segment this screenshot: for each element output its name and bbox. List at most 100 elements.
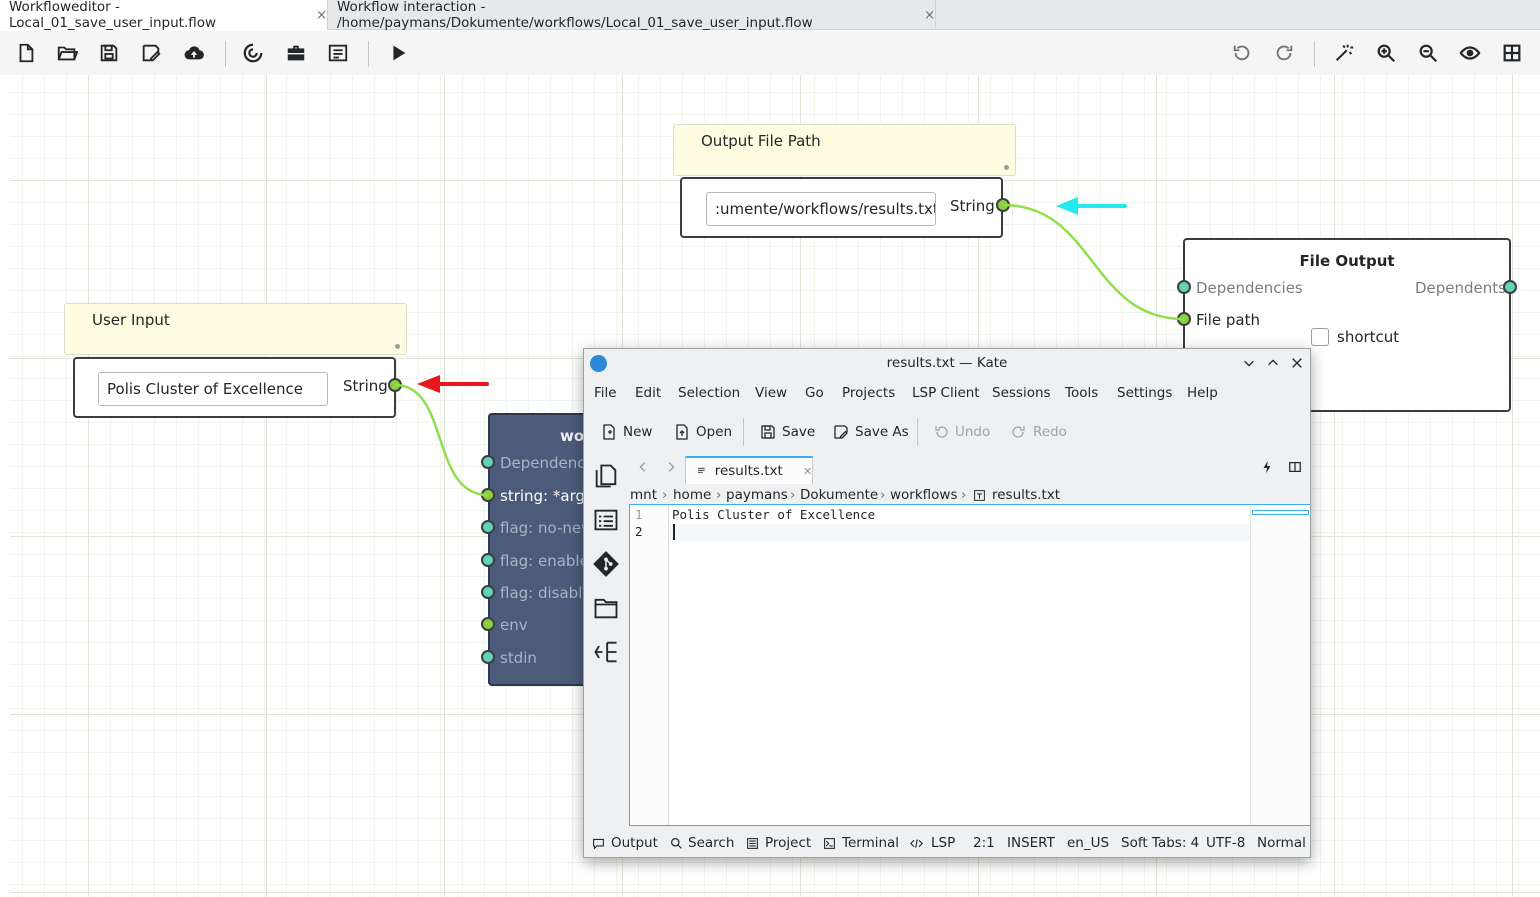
text-file-icon [698, 467, 705, 473]
undo-icon[interactable] [1227, 39, 1257, 67]
minimap-viewport[interactable] [1252, 510, 1309, 515]
close-icon[interactable]: × [316, 8, 327, 23]
text-editor[interactable]: 1 2 Polis Cluster of Excellence [629, 504, 1310, 826]
workflow-port[interactable] [481, 455, 495, 469]
workflow-port[interactable] [481, 488, 495, 502]
main-toolbar [0, 31, 1540, 75]
highlight-mode-selector[interactable]: Normal [1257, 835, 1306, 851]
workflow-node[interactable]: wo Dependenc string: *arg flag: no-new f… [488, 413, 598, 686]
breadcrumb-mnt[interactable]: mnt [630, 487, 657, 503]
save-button[interactable]: Save [760, 421, 815, 443]
save-as-button[interactable]: Save As [833, 421, 909, 443]
menu-tools[interactable]: Tools [1065, 385, 1098, 401]
new-button[interactable]: New [601, 421, 652, 443]
split-view-icon[interactable] [1288, 460, 1302, 478]
document-tab[interactable]: results.txt [685, 456, 813, 484]
run-icon[interactable] [383, 39, 413, 67]
workflow-port[interactable] [481, 650, 495, 664]
workflow-port[interactable] [481, 617, 495, 631]
close-window-icon[interactable] [1288, 354, 1306, 372]
magic-wand-icon[interactable] [1329, 39, 1359, 67]
cloud-upload-icon[interactable] [179, 39, 209, 67]
documents-icon[interactable] [592, 462, 620, 490]
minimize-icon[interactable] [1240, 354, 1258, 372]
open-button[interactable]: Open [674, 421, 732, 443]
workflow-port[interactable] [481, 585, 495, 599]
workflow-port[interactable] [481, 520, 495, 534]
menu-view[interactable]: View [755, 385, 787, 401]
kate-toolbar: New Open Save Save As Undo Redo [584, 412, 1310, 452]
tab-label: Workfloweditor - Local_01_save_user_inpu… [9, 0, 217, 31]
git-icon[interactable] [592, 550, 620, 578]
symbols-icon[interactable] [592, 506, 620, 534]
toolbox-icon[interactable] [281, 39, 311, 67]
zoom-in-icon[interactable] [1371, 39, 1401, 67]
output-path-input[interactable]: :umente/workflows/results.txt [706, 192, 936, 226]
cursor-position[interactable]: 2:1 [973, 835, 995, 851]
breadcrumb-dokumente[interactable]: Dokumente [800, 487, 878, 503]
redo-button[interactable]: Redo [1011, 421, 1067, 443]
user-input-string-port[interactable] [388, 378, 402, 392]
workflow-port[interactable] [481, 553, 495, 567]
breadcrumb-workflows[interactable]: workflows [890, 487, 958, 503]
new-file-icon[interactable] [11, 39, 41, 67]
menu-go[interactable]: Go [805, 385, 824, 401]
menu-selection[interactable]: Selection [678, 385, 740, 401]
quick-open-icon[interactable] [1260, 460, 1274, 478]
user-input-node[interactable]: Polis Cluster of Excellence String [73, 357, 396, 418]
lsp-panel-button[interactable]: LSP [931, 835, 955, 851]
menu-help[interactable]: Help [1187, 385, 1218, 401]
breadcrumb-paymans[interactable]: paymans [726, 487, 788, 503]
back-icon[interactable] [636, 460, 650, 478]
menu-projects[interactable]: Projects [842, 385, 895, 401]
eye-icon[interactable] [1455, 39, 1485, 67]
projects-icon[interactable] [592, 638, 620, 666]
resize-grip[interactable] [1004, 165, 1009, 170]
indentation-selector[interactable]: Soft Tabs: 4 [1121, 835, 1199, 851]
menu-lsp-client[interactable]: LSP Client [912, 385, 980, 401]
breadcrumb-home[interactable]: home [673, 487, 711, 503]
open-folder-icon[interactable] [52, 39, 82, 67]
new-document-icon [603, 424, 615, 440]
dictionary-selector[interactable]: en_US [1067, 835, 1109, 851]
redo-icon[interactable] [1269, 39, 1299, 67]
output-path-node[interactable]: :umente/workflows/results.txt String [680, 177, 1003, 238]
tab-workfloweditor[interactable]: Workfloweditor - Local_01_save_user_inpu… [0, 0, 328, 31]
undo-button[interactable]: Undo [933, 421, 990, 443]
output-path-string-port[interactable] [996, 198, 1010, 212]
close-icon[interactable]: × [924, 8, 935, 23]
terminal-panel-button[interactable]: Terminal [842, 835, 899, 851]
minimap[interactable] [1250, 505, 1310, 825]
encoding-selector[interactable]: UTF-8 [1206, 835, 1245, 851]
project-panel-button[interactable]: Project [765, 835, 811, 851]
input-mode-indicator[interactable]: INSERT [1007, 835, 1055, 851]
breadcrumb-results[interactable]: results.txt [992, 487, 1060, 503]
dependents-port[interactable] [1503, 280, 1517, 294]
search-panel-button[interactable]: Search [688, 835, 734, 851]
kate-titlebar[interactable]: results.txt — Kate [584, 349, 1310, 379]
grid-icon[interactable] [1497, 39, 1527, 67]
save-as-icon[interactable] [136, 39, 166, 67]
tab-workflow-interaction[interactable]: Workflow interaction - /home/paymans/Dok… [328, 0, 936, 31]
dependencies-port[interactable] [1177, 280, 1191, 294]
output-file-path-note[interactable]: Output File Path [673, 124, 1016, 176]
reload-icon[interactable] [238, 39, 268, 67]
file-path-port[interactable] [1177, 312, 1191, 326]
user-input-note[interactable]: User Input [64, 303, 407, 355]
menu-file[interactable]: File [594, 385, 617, 401]
maximize-icon[interactable] [1264, 354, 1282, 372]
filesystem-browser-icon[interactable] [592, 594, 620, 622]
editor-line: Polis Cluster of Excellence [672, 507, 876, 522]
save-icon[interactable] [94, 39, 124, 67]
zoom-out-icon[interactable] [1413, 39, 1443, 67]
kate-window[interactable]: results.txt — Kate File Edit Selection V… [583, 348, 1311, 858]
user-input-field[interactable]: Polis Cluster of Excellence [98, 372, 328, 406]
menu-settings[interactable]: Settings [1117, 385, 1172, 401]
menu-sessions[interactable]: Sessions [992, 385, 1051, 401]
forward-icon[interactable] [664, 460, 678, 478]
output-panel-button[interactable]: Output [611, 835, 658, 851]
menu-edit[interactable]: Edit [635, 385, 661, 401]
shortcut-checkbox[interactable] [1311, 328, 1329, 346]
list-icon[interactable] [323, 39, 353, 67]
resize-grip[interactable] [395, 344, 400, 349]
